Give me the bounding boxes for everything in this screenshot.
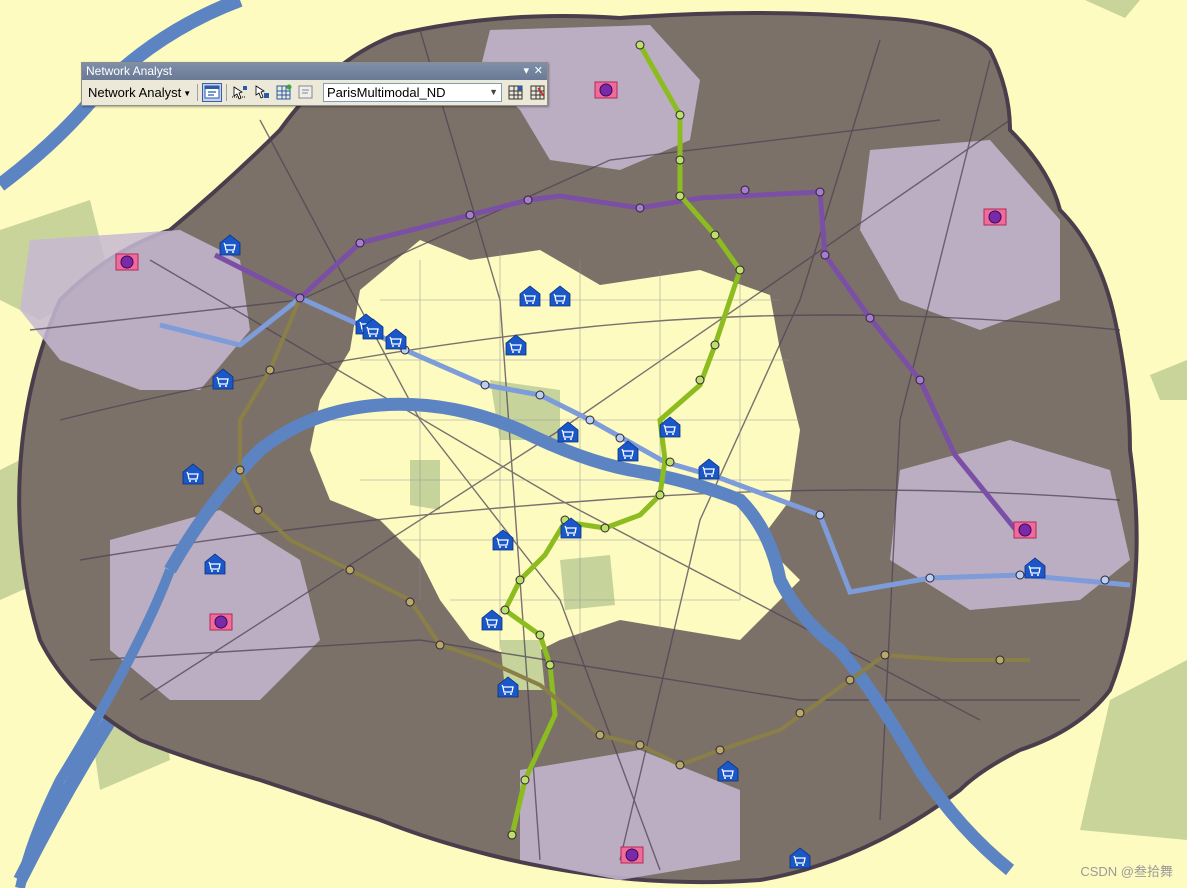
build-network-icon[interactable] [506, 83, 526, 102]
toolbar-separator [197, 84, 198, 101]
create-network-location-icon[interactable] [230, 83, 250, 102]
facility-icon[interactable] [1013, 521, 1037, 539]
paris-map[interactable] [0, 0, 1187, 888]
central-park-2 [560, 555, 615, 610]
network-analyst-menu[interactable]: Network Analyst ▼ [85, 83, 194, 102]
toolbar-title-bar[interactable]: Network Analyst ▾ ✕ [82, 63, 547, 80]
toolbar-pin-icon[interactable]: ▾ [523, 63, 529, 80]
network-dataset-select[interactable]: ParisMultimodal_ND ▼ [323, 83, 502, 102]
solve-icon[interactable] [274, 83, 294, 102]
facility-icon[interactable] [209, 613, 233, 631]
toolbar-separator [226, 84, 227, 101]
select-move-location-icon[interactable] [252, 83, 272, 102]
menu-dropdown-icon: ▼ [183, 89, 192, 99]
network-identify-icon[interactable] [528, 83, 548, 102]
facility-icon[interactable] [594, 81, 618, 99]
build-directions-icon[interactable] [296, 83, 316, 102]
facility-icon[interactable] [983, 208, 1007, 226]
network-dataset-value: ParisMultimodal_ND [327, 85, 446, 100]
chevron-down-icon: ▼ [489, 87, 498, 97]
central-park-4 [410, 460, 440, 510]
network-analyst-menu-label: Network Analyst [88, 85, 182, 100]
toolbar-close-icon[interactable]: ✕ [534, 63, 543, 80]
network-analyst-toolbar[interactable]: Network Analyst ▾ ✕ Network Analyst ▼ Par… [81, 62, 548, 106]
watermark: CSDN @叁拾舞 [1080, 864, 1173, 879]
facility-icon[interactable] [115, 253, 139, 271]
toolbar-title: Network Analyst [86, 64, 173, 78]
network-analyst-window-icon[interactable] [202, 83, 222, 102]
facility-icon[interactable] [620, 846, 644, 864]
